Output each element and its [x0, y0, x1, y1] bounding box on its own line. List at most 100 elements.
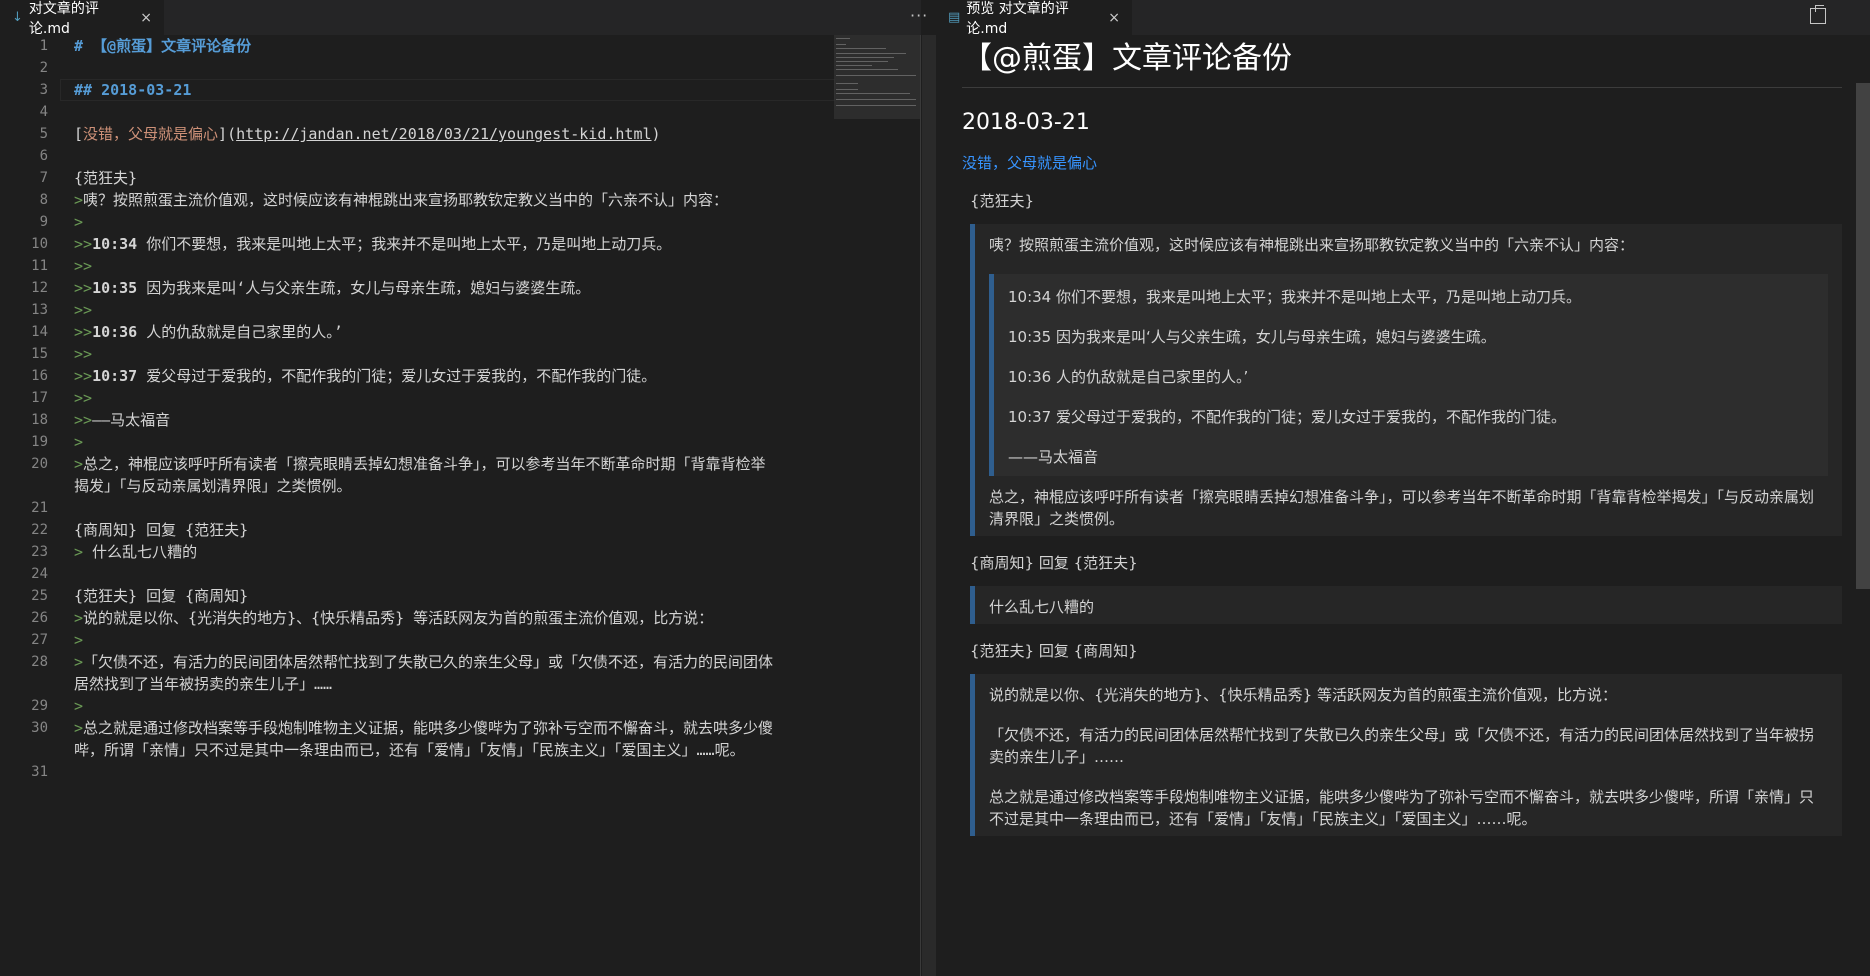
quote-paragraph: 10:37 爱父母过于爱我的，不配作我的门徒；爱儿女过于爱我的，不配作我的门徒。 [1008, 408, 1566, 426]
line-content: >>10:35 因为我来是叫‘人与父亲生疏，女儿与母亲生疏，媳妇与婆婆生疏。 [74, 277, 590, 299]
editor-line[interactable]: 15 >> [0, 343, 834, 365]
line-content: >说的就是以你、{光消失的地方}、{快乐精品秀} 等活跃网友为首的煎蛋主流价值观… [74, 607, 713, 629]
editor-group-right: ▤ 预览 对文章的评论.md × 【@煎蛋】文章评论备份 2018-03-21 … [936, 0, 1870, 976]
code-token: > [74, 609, 84, 627]
line-content: > [74, 695, 83, 717]
editor-line[interactable]: 31 [0, 761, 834, 783]
code-token: 因为我来是叫‘人与父亲生疏，女儿与母亲生疏，媳妇与婆婆生疏。 [137, 279, 591, 297]
editor-line[interactable]: 13 >> [0, 299, 834, 321]
editor-line[interactable]: 11 >> [0, 255, 834, 277]
editor-line[interactable]: 14 >>10:36 人的仇敌就是自己家里的人。’ [0, 321, 834, 343]
tab-markdown-file[interactable]: ↓ 对文章的评论.md × [0, 0, 164, 37]
editor-line[interactable]: 7 {范狂夫} [0, 167, 834, 189]
editor-line[interactable]: 12 >>10:35 因为我来是叫‘人与父亲生疏，女儿与母亲生疏，媳妇与婆婆生疏。 [0, 277, 834, 299]
editor-line[interactable]: 5 [没错，父母就是偏心](http://jandan.net/2018/03/2… [0, 123, 834, 145]
editor-line[interactable]: 10 >>10:34 你们不要想，我来是叫地上太平；我来并不是叫地上太平，乃是叫地… [0, 233, 834, 255]
right-tab-bar: ▤ 预览 对文章的评论.md × [936, 0, 1870, 37]
editor-line[interactable]: 26 >说的就是以你、{光消失的地方}、{快乐精品秀} 等活跃网友为首的煎蛋主流价… [0, 607, 834, 629]
editor-line[interactable]: 24 [0, 563, 834, 585]
editor-scrollbar[interactable] [922, 35, 936, 976]
quote-paragraph: ——马太福音 [1008, 448, 1099, 466]
line-number: 10 [31, 236, 48, 252]
code-token: 10:34 [92, 235, 138, 253]
editor-line[interactable]: 22 {商周知} 回复 {范狂夫} [0, 519, 834, 541]
line-content: >>10:36 人的仇敌就是自己家里的人。’ [74, 321, 343, 343]
editor-line[interactable]: 2 [0, 57, 834, 79]
line-content: >> [74, 299, 92, 321]
comment-quote: 什么乱七八糟的 [970, 586, 1842, 624]
editor-line[interactable]: 25 {范狂夫} 回复 {商周知} [0, 585, 834, 607]
editor-line[interactable]: 20 >总之，神棍应该呼吁所有读者「擦亮眼睛丢掉幻想准备斗争」，可以参考当年不断革… [0, 453, 834, 475]
editor-line[interactable]: 8 >咦？按照煎蛋主流价值观，这时候应该有神棍跳出来宣扬耶教钦定教义当中的「六亲不… [0, 189, 834, 211]
more-actions-icon[interactable]: ··· [910, 6, 928, 25]
line-content: ## 2018-03-21 [74, 79, 191, 101]
preview-title: 【@煎蛋】文章评论备份 [962, 35, 1842, 88]
line-content: >> [74, 255, 92, 277]
editor-group-left: ↓ 对文章的评论.md × ··· 1 # 【@煎蛋】文章评论备份 2 3 ## 201… [0, 0, 927, 976]
editor-line[interactable]: 4 [0, 101, 834, 123]
code-token: {范狂夫} 回复 {商周知} [74, 587, 249, 605]
preview-scrollbar[interactable] [1856, 35, 1870, 976]
tab-preview[interactable]: ▤ 预览 对文章的评论.md × [936, 0, 1132, 37]
editor-line[interactable]: 23 > 什么乱七八糟的 [0, 541, 834, 563]
quote-paragraph: 10:36 人的仇敌就是自己家里的人。’ [1008, 368, 1249, 386]
editor-split-sash[interactable] [920, 35, 921, 976]
editor-line[interactable]: 27 > [0, 629, 834, 651]
code-token: ——马太福音 [92, 411, 171, 429]
code-token: > [74, 719, 84, 737]
line-content: 揭发」「与反动亲属划清界限」之类惯例。 [74, 477, 352, 495]
line-number: 30 [31, 720, 48, 736]
code-token: > [74, 455, 84, 473]
preview-date-heading: 2018-03-21 [962, 110, 1090, 135]
code-token: {商周知} 回复 {范狂夫} [74, 521, 249, 539]
code-token: # 【@煎蛋】文章评论备份 [74, 37, 252, 55]
comment-quote: 说的就是以你、{光消失的地方}、{快乐精品秀} 等活跃网友为首的煎蛋主流价值观，… [970, 674, 1842, 836]
code-token: > [74, 653, 84, 671]
quote-paragraph: 咦？按照煎蛋主流价值观，这时候应该有神棍跳出来宣扬耶教钦定教义当中的「六亲不认」… [989, 236, 1635, 254]
line-number: 13 [31, 302, 48, 318]
line-number: 16 [31, 368, 48, 384]
editor-line[interactable]: 6 [0, 145, 834, 167]
editor-line[interactable]: 30 >总之就是通过修改档案等手段炮制唯物主义证据，能哄多少傻哔为了弥补亏空而不懈… [0, 717, 834, 739]
editor-line[interactable]: 17 >> [0, 387, 834, 409]
nested-quote: 10:34 你们不要想，我来是叫地上太平；我来并不是叫地上太平，乃是叫地上动刀兵… [989, 274, 1828, 476]
line-number: 18 [31, 412, 48, 428]
code-token: 咦？按照煎蛋主流价值观，这时候应该有神棍跳出来宣扬耶教钦定教义当中的「六亲不认」… [83, 191, 729, 209]
quote-paragraph: 10:34 你们不要想，我来是叫地上太平；我来并不是叫地上太平，乃是叫地上动刀兵… [1008, 288, 1581, 306]
editor-line[interactable]: 18 >>——马太福音 [0, 409, 834, 431]
line-content: > [74, 629, 83, 651]
close-icon[interactable]: × [140, 10, 152, 26]
editor-line[interactable]: 19 > [0, 431, 834, 453]
code-token: 总之就是通过修改档案等手段炮制唯物主义证据，能哄多少傻哔为了弥补亏空而不懈奋斗，… [83, 719, 774, 737]
editor-line[interactable]: 21 [0, 497, 834, 519]
open-source-icon[interactable] [1810, 5, 1826, 24]
quote-paragraph: 总之就是通过修改档案等手段炮制唯物主义证据，能哄多少傻哔为了弥补亏空而不懈奋斗，… [989, 788, 1815, 828]
line-number: 7 [39, 170, 48, 186]
editor-line[interactable]: 3 ## 2018-03-21 [0, 79, 834, 101]
code-token: 10:36 [92, 323, 138, 341]
line-content: 哔，所谓「亲情」只不过是其中一条理由而已，还有「爱情」「友情」「民族主义」「爱国… [74, 741, 745, 759]
article-link[interactable]: 没错，父母就是偏心 [962, 152, 1842, 174]
code-token: {范狂夫} [74, 169, 138, 187]
line-number: 19 [31, 434, 48, 450]
line-content: [没错，父母就是偏心](http://jandan.net/2018/03/21… [74, 123, 661, 145]
editor-line[interactable]: 28 >「欠债不还，有活力的民间团体居然帮忙找到了失散已久的亲生父母」或「欠债不还… [0, 651, 834, 673]
line-number: 11 [31, 258, 48, 274]
quote-paragraph: 10:35 因为我来是叫‘人与父亲生疏，女儿与母亲生疏，媳妇与婆婆生疏。 [1008, 328, 1496, 346]
line-content: >> [74, 387, 92, 409]
editor-line[interactable]: 16 >>10:37 爱父母过于爱我的，不配作我的门徒；爱儿女过于爱我的，不配作我… [0, 365, 834, 387]
close-icon[interactable]: × [1108, 10, 1120, 26]
line-content: {范狂夫} 回复 {商周知} [74, 585, 248, 607]
code-token: ) [651, 125, 661, 143]
editor-line[interactable]: 1 # 【@煎蛋】文章评论备份 [0, 35, 834, 57]
line-number: 17 [31, 390, 48, 406]
code-editor[interactable]: 1 # 【@煎蛋】文章评论备份 2 3 ## 2018-03-21 4 5 [没错，父母就是偏… [0, 35, 921, 976]
line-content: {范狂夫} [74, 167, 137, 189]
line-number: 3 [39, 82, 48, 98]
minimap[interactable] [834, 35, 920, 119]
line-content: > [74, 211, 83, 233]
editor-line[interactable]: 29 > [0, 695, 834, 717]
editor-line[interactable]: 9 > [0, 211, 834, 233]
line-number: 15 [31, 346, 48, 362]
preview-scroll-thumb[interactable] [1856, 83, 1870, 589]
